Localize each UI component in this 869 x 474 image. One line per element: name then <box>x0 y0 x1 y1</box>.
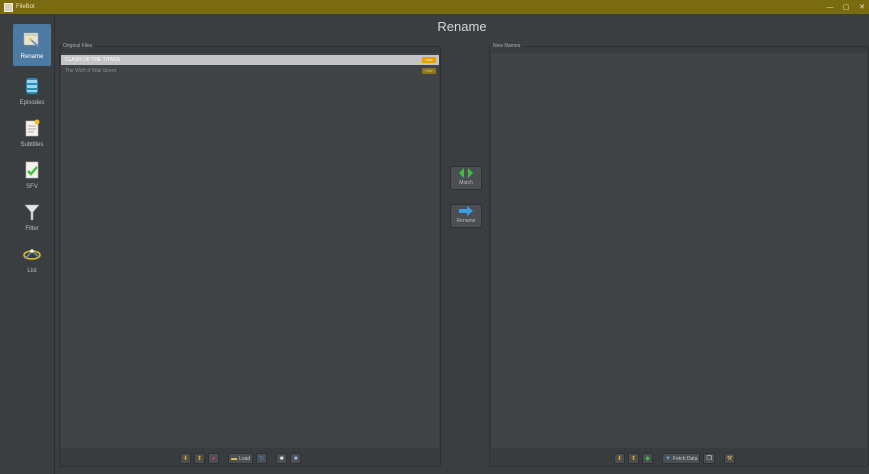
move-down-button[interactable]: ⬇ <box>614 453 626 464</box>
match-icon: ◆ <box>645 456 650 462</box>
filebot-window: FileBot — ▢ ✕ Rename Episodes Subtitles … <box>0 0 869 474</box>
sidebar-item-rename[interactable]: Rename <box>13 24 51 66</box>
sidebar: Rename Episodes Subtitles SFV Filter Lis… <box>0 14 55 474</box>
sidebar-item-list[interactable]: List <box>13 238 51 280</box>
sidebar-item-subtitles[interactable]: Subtitles <box>13 112 51 154</box>
file-name: CLASH OF THE TITANS <box>65 57 121 63</box>
move-down-button[interactable]: ⬇ <box>180 453 192 464</box>
new-names-list[interactable] <box>491 53 867 448</box>
subtitles-icon <box>21 117 43 139</box>
rename-label: Rename <box>456 218 476 224</box>
fetch-icon: ▼ <box>665 455 672 462</box>
list-icon <box>21 243 43 265</box>
remove-icon: ● <box>211 455 216 462</box>
new-names-caption: New Names <box>491 43 523 49</box>
sidebar-item-label: List <box>27 268 37 274</box>
close-button[interactable]: ✕ <box>855 0 869 14</box>
sidebar-item-label: Subtitles <box>20 142 44 148</box>
match-button[interactable]: Match <box>450 166 482 190</box>
move-up-icon: ⬆ <box>631 456 637 462</box>
maximize-button[interactable]: ▢ <box>839 0 853 14</box>
refresh-icon: ↻ <box>259 456 265 462</box>
sidebar-item-label: Filter <box>25 226 39 232</box>
list-item[interactable]: The Wolf of Wall Street mkv <box>61 66 439 76</box>
rename-button[interactable]: Rename <box>450 204 482 228</box>
rename-arrow-icon <box>459 206 473 216</box>
load-button[interactable]: ▬ Load <box>228 453 254 464</box>
sidebar-item-sfv[interactable]: SFV <box>13 154 51 196</box>
refresh-button[interactable]: ↻ <box>256 453 268 464</box>
settings-icon: ⚒ <box>726 456 733 462</box>
new-names-toolbar: ⬇ ⬆ ◆ ▼ Fetch Data ❐ ⚒ <box>614 452 738 465</box>
sidebar-item-label: SFV <box>26 184 38 190</box>
copy-button[interactable]: ❐ <box>703 453 715 464</box>
settings-button[interactable]: ⚒ <box>723 453 736 464</box>
fetch-data-label: Fetch Data <box>673 455 698 462</box>
rename-icon <box>21 29 43 51</box>
copy-icon: ❐ <box>706 456 712 462</box>
file-name: The Wolf of Wall Street <box>65 68 117 74</box>
move-up-button[interactable]: ⬆ <box>628 453 640 464</box>
remove-button[interactable]: ● <box>208 453 220 464</box>
load-label: Load <box>239 455 251 462</box>
save-icon: ■ <box>279 455 284 462</box>
match-arrows-icon <box>459 168 473 178</box>
page-title: Rename <box>437 19 487 34</box>
original-files-toolbar: ⬇ ⬆ ● ▬ Load ↻ ■ ■ <box>180 452 304 465</box>
original-files-caption: Original Files <box>61 43 95 49</box>
episodes-icon <box>21 75 43 97</box>
sidebar-item-label: Rename <box>20 54 44 60</box>
clear-button[interactable]: ■ <box>290 453 302 464</box>
save-button[interactable]: ■ <box>276 453 288 464</box>
file-type-badge: mkv <box>422 68 436 74</box>
move-up-icon: ⬆ <box>197 456 203 462</box>
window-title: FileBot <box>16 4 35 10</box>
filter-icon <box>21 201 43 223</box>
move-up-button[interactable]: ⬆ <box>194 453 206 464</box>
original-files-list[interactable]: CLASH OF THE TITANS mkv The Wolf of Wall… <box>61 53 439 448</box>
title-bar: FileBot — ▢ ✕ <box>0 0 869 14</box>
match-small-button[interactable]: ◆ <box>642 453 654 464</box>
sfv-icon <box>21 159 43 181</box>
list-item[interactable]: CLASH OF THE TITANS mkv <box>61 55 439 65</box>
file-type-badge: mkv <box>422 57 436 63</box>
move-down-icon: ⬇ <box>183 456 189 462</box>
app-icon <box>4 2 13 12</box>
sidebar-item-filter[interactable]: Filter <box>13 196 51 238</box>
folder-icon: ▬ <box>231 455 238 462</box>
clear-icon: ■ <box>293 455 298 462</box>
move-down-icon: ⬇ <box>617 456 623 462</box>
match-label: Match <box>459 180 473 186</box>
fetch-data-button[interactable]: ▼ Fetch Data <box>662 453 701 464</box>
sidebar-item-episodes[interactable]: Episodes <box>13 70 51 112</box>
minimize-button[interactable]: — <box>823 0 837 14</box>
sidebar-item-label: Episodes <box>19 100 45 106</box>
window-controls: — ▢ ✕ <box>821 0 869 14</box>
